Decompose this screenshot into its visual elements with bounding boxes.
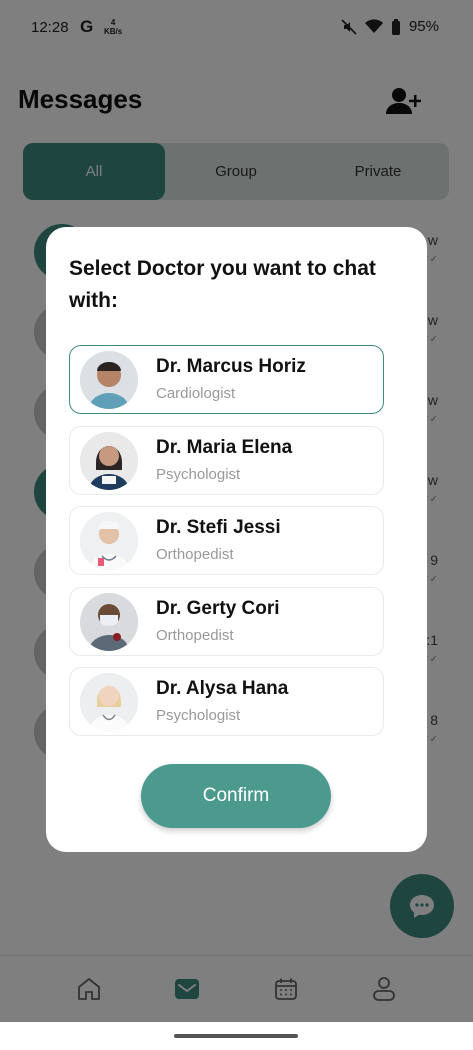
doctor-name: Dr. Maria Elena [156, 437, 293, 458]
dialog-title: Select Doctor you want to chat with: [69, 257, 376, 312]
doctor-option[interactable]: Dr. Maria Elena Psychologist [69, 426, 384, 495]
doctor-specialty: Orthopedist [156, 546, 234, 563]
doctor-option[interactable]: Dr. Stefi Jessi Orthopedist [69, 506, 384, 575]
doctor-name: Dr. Alysa Hana [156, 678, 289, 699]
doctor-specialty: Psychologist [156, 707, 241, 724]
doctor-name: Dr. Marcus Horiz [156, 356, 306, 377]
doctor-specialty: Psychologist [156, 466, 241, 483]
doctor-photo [80, 432, 138, 490]
select-doctor-dialog: Select Doctor you want to chat with: Dr.… [46, 227, 427, 852]
doctor-specialty: Orthopedist [156, 627, 234, 644]
doctor-photo [80, 593, 138, 651]
doctor-option[interactable]: Dr. Marcus Horiz Cardiologist [69, 345, 384, 414]
doctor-option[interactable]: Dr. Alysa Hana Psychologist [69, 667, 384, 736]
doctor-name: Dr. Stefi Jessi [156, 517, 281, 538]
doctor-photo [80, 351, 138, 409]
doctor-photo [80, 673, 138, 731]
home-indicator[interactable] [174, 1034, 298, 1038]
doctor-specialty: Cardiologist [156, 385, 236, 402]
doctor-photo [80, 512, 138, 570]
doctor-option[interactable]: Dr. Gerty Cori Orthopedist [69, 587, 384, 656]
gesture-bar [0, 1022, 473, 1050]
doctor-name: Dr. Gerty Cori [156, 598, 280, 619]
confirm-button[interactable]: Confirm [141, 764, 331, 828]
